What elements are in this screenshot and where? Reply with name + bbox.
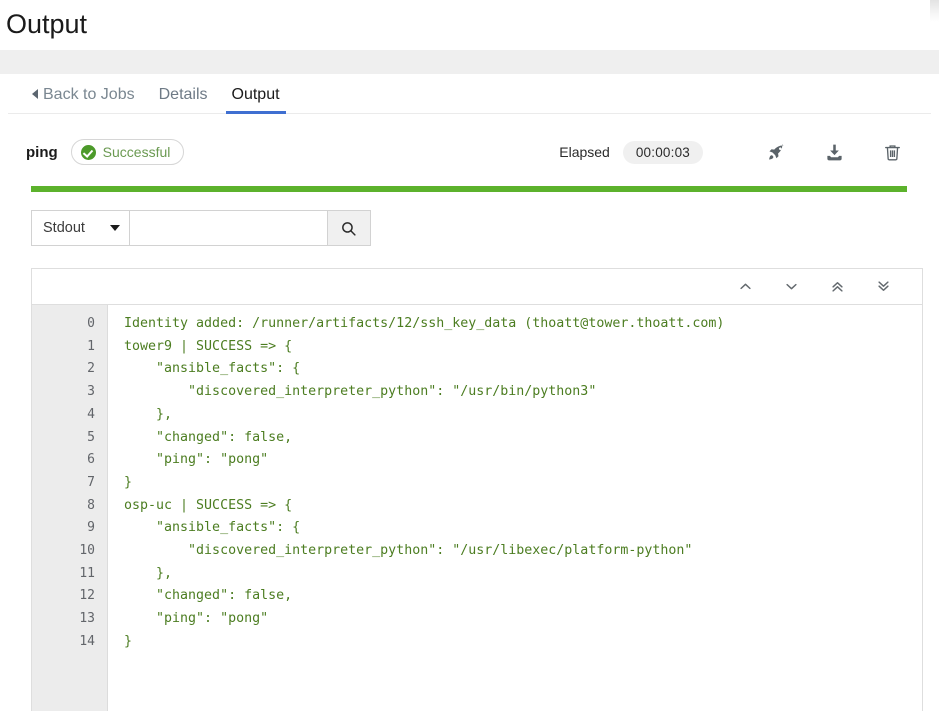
scroll-up-icon[interactable]	[722, 269, 768, 305]
scroll-down-icon[interactable]	[768, 269, 814, 305]
output-line: "ping": "pong"	[124, 452, 269, 468]
search-button[interactable]	[327, 210, 371, 246]
job-output-card: Back to Jobs Details Output ping Success…	[8, 74, 931, 711]
elapsed-label: Elapsed	[559, 144, 610, 160]
tab-back-to-jobs[interactable]: Back to Jobs	[26, 87, 147, 113]
line-number: 1	[87, 338, 95, 354]
scrollbar-artifact	[930, 0, 939, 22]
output-line: },	[124, 565, 173, 581]
line-number: 6	[87, 452, 95, 468]
job-progress-bar	[31, 186, 907, 192]
job-header-row: ping Successful Elapsed 00:00:03	[8, 114, 931, 170]
tab-details-label: Details	[158, 86, 208, 103]
line-number-gutter: 0 1 2 3 4 5 6 7 8 9 10 11 12 13 14	[32, 305, 108, 711]
output-line: "changed": false,	[124, 588, 293, 604]
line-number: 11	[79, 565, 95, 581]
elapsed-value: 00:00:03	[622, 140, 703, 164]
job-name: ping	[26, 143, 58, 161]
output-line: Identity added: /runner/artifacts/12/ssh…	[124, 316, 725, 331]
search-input[interactable]	[129, 210, 328, 246]
scroll-top-icon[interactable]	[814, 269, 860, 305]
page-background-band	[0, 50, 939, 74]
output-code-area[interactable]: Identity added: /runner/artifacts/12/ssh…	[108, 305, 922, 711]
status-badge[interactable]: Successful	[70, 139, 185, 165]
tab-back-to-jobs-label: Back to Jobs	[43, 86, 135, 103]
line-number: 2	[87, 361, 95, 377]
line-number: 10	[79, 543, 95, 559]
download-icon[interactable]	[819, 138, 849, 166]
output-body: 0 1 2 3 4 5 6 7 8 9 10 11 12 13 14 Identity added: /ru…	[32, 305, 922, 711]
output-line: }	[124, 633, 133, 649]
line-number: 0	[87, 316, 95, 331]
output-line: "changed": false,	[124, 429, 293, 445]
check-circle-icon	[80, 144, 96, 160]
relaunch-icon[interactable]	[761, 138, 791, 166]
tab-bar: Back to Jobs Details Output	[8, 74, 931, 114]
output-type-select-value: Stdout	[43, 220, 85, 236]
output-type-select[interactable]: Stdout	[31, 210, 130, 246]
line-number: 5	[87, 429, 95, 445]
page-title: Output	[6, 9, 88, 39]
line-number: 7	[87, 474, 95, 490]
tab-output-label: Output	[231, 86, 280, 103]
output-line: "ansible_facts": {	[124, 520, 301, 536]
output-line: "discovered_interpreter_python": "/usr/l…	[124, 543, 693, 559]
line-number: 8	[87, 497, 95, 513]
line-number: 13	[79, 611, 95, 627]
output-line: "discovered_interpreter_python": "/usr/b…	[124, 384, 597, 400]
output-line: "ping": "pong"	[124, 611, 269, 627]
output-scroll-toolbar	[32, 269, 922, 305]
output-filter-row: Stdout	[31, 210, 371, 246]
back-caret-icon	[32, 89, 38, 99]
line-number: 12	[79, 588, 95, 604]
tab-details[interactable]: Details	[147, 87, 220, 113]
scroll-bottom-icon[interactable]	[860, 269, 906, 305]
output-line: tower9 | SUCCESS => {	[124, 338, 293, 354]
line-number: 3	[87, 384, 95, 400]
status-badge-label: Successful	[102, 144, 171, 160]
output-line: osp-uc | SUCCESS => {	[124, 497, 293, 513]
line-number: 4	[87, 406, 95, 422]
output-line: },	[124, 406, 173, 422]
output-line: }	[124, 474, 133, 490]
tab-output[interactable]: Output	[220, 86, 292, 114]
app-root: Output Back to Jobs Details Output ping …	[0, 0, 939, 711]
progress-bar-wrap	[8, 186, 931, 192]
page-title-bar: Output	[0, 0, 939, 50]
line-number: 9	[87, 520, 95, 536]
delete-icon[interactable]	[877, 138, 907, 166]
line-number: 14	[79, 633, 95, 649]
output-line: "ansible_facts": {	[124, 361, 301, 377]
output-panel: 0 1 2 3 4 5 6 7 8 9 10 11 12 13 14 Identity added: /ru…	[31, 268, 923, 711]
chevron-down-icon	[109, 225, 120, 231]
